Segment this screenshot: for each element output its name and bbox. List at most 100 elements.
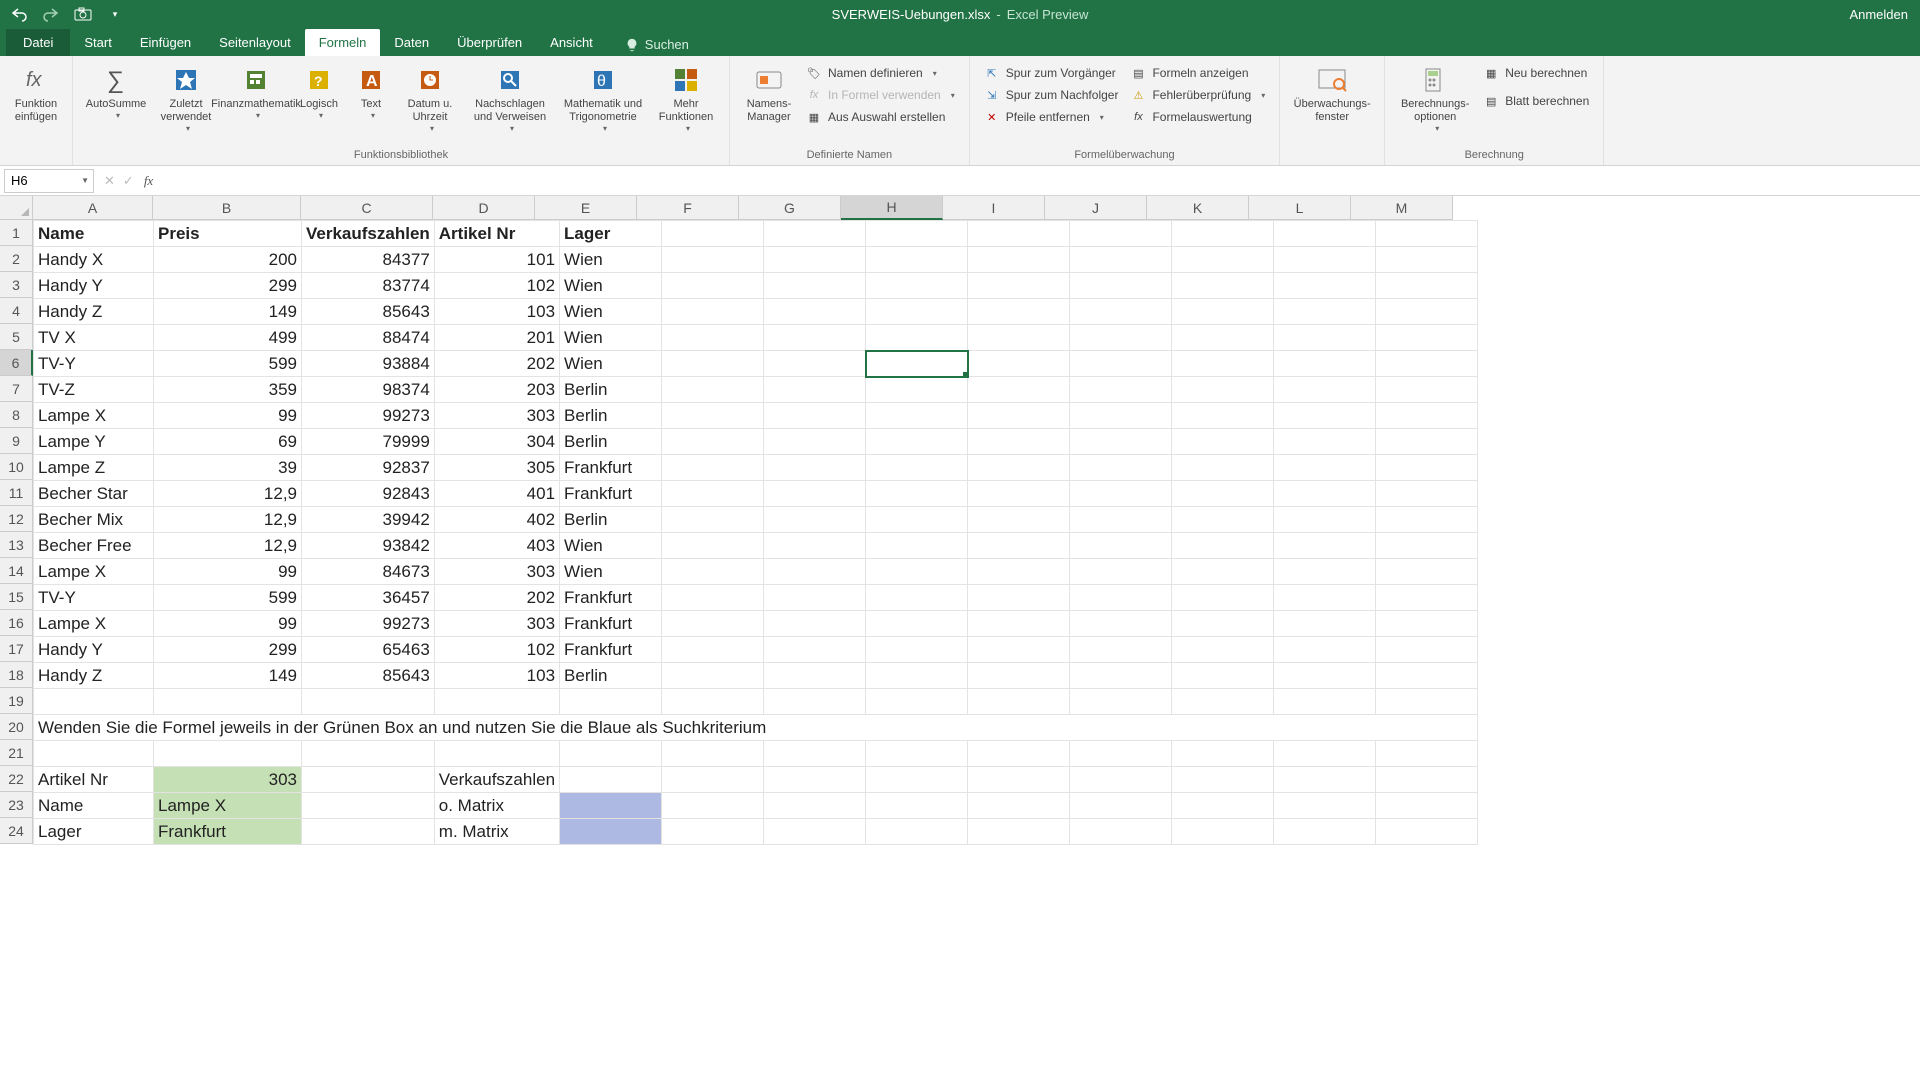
cell[interactable]: 85643 bbox=[302, 299, 435, 325]
cell[interactable] bbox=[1070, 637, 1172, 663]
cell[interactable]: Verkaufszahlen bbox=[434, 767, 559, 793]
cell[interactable] bbox=[968, 429, 1070, 455]
tab-file[interactable]: Datei bbox=[6, 29, 70, 56]
formula-bar[interactable] bbox=[161, 169, 1920, 193]
cell[interactable]: 12,9 bbox=[154, 507, 302, 533]
cell[interactable]: 303 bbox=[434, 611, 559, 637]
cell[interactable]: 99 bbox=[154, 559, 302, 585]
cell[interactable] bbox=[662, 299, 764, 325]
cell[interactable] bbox=[560, 741, 662, 767]
cell[interactable]: Lager bbox=[34, 819, 154, 845]
row-header[interactable]: 13 bbox=[0, 532, 33, 558]
cell[interactable] bbox=[764, 741, 866, 767]
cell[interactable] bbox=[1376, 507, 1478, 533]
cell[interactable] bbox=[1070, 533, 1172, 559]
cell[interactable] bbox=[662, 689, 764, 715]
cell[interactable] bbox=[866, 273, 968, 299]
cell[interactable]: Artikel Nr bbox=[434, 221, 559, 247]
column-header[interactable]: B bbox=[153, 196, 301, 220]
financial-button[interactable]: Finanzmathematik bbox=[221, 60, 291, 120]
row-header[interactable]: 23 bbox=[0, 792, 33, 818]
cell[interactable] bbox=[1070, 793, 1172, 819]
cell[interactable] bbox=[34, 689, 154, 715]
cell[interactable] bbox=[1070, 351, 1172, 377]
autosum-button[interactable]: ∑AutoSumme bbox=[81, 60, 151, 120]
cell[interactable]: 83774 bbox=[302, 273, 435, 299]
cell[interactable]: Becher Mix bbox=[34, 507, 154, 533]
cell[interactable] bbox=[1274, 663, 1376, 689]
cell[interactable] bbox=[866, 689, 968, 715]
cell[interactable] bbox=[302, 689, 435, 715]
cell[interactable] bbox=[764, 507, 866, 533]
cell[interactable]: 149 bbox=[154, 663, 302, 689]
cell[interactable] bbox=[764, 403, 866, 429]
cell[interactable] bbox=[968, 377, 1070, 403]
cell[interactable] bbox=[968, 481, 1070, 507]
row-header[interactable]: 12 bbox=[0, 506, 33, 532]
row-header[interactable]: 24 bbox=[0, 818, 33, 844]
cell[interactable] bbox=[1376, 585, 1478, 611]
cell[interactable] bbox=[866, 299, 968, 325]
select-all-corner[interactable] bbox=[0, 196, 33, 220]
cell[interactable] bbox=[662, 741, 764, 767]
cell[interactable] bbox=[968, 637, 1070, 663]
cell[interactable] bbox=[866, 247, 968, 273]
cell[interactable]: Wien bbox=[560, 273, 662, 299]
cell[interactable]: Handy Z bbox=[34, 299, 154, 325]
cell[interactable]: 103 bbox=[434, 663, 559, 689]
cell[interactable] bbox=[968, 221, 1070, 247]
calculate-now-button[interactable]: ▦Neu berechnen bbox=[1479, 64, 1593, 82]
cell[interactable] bbox=[866, 559, 968, 585]
cell[interactable] bbox=[866, 611, 968, 637]
cell[interactable] bbox=[764, 299, 866, 325]
cell[interactable] bbox=[764, 221, 866, 247]
cell[interactable] bbox=[662, 455, 764, 481]
cell[interactable] bbox=[1070, 377, 1172, 403]
cell[interactable] bbox=[968, 507, 1070, 533]
cell[interactable] bbox=[1172, 741, 1274, 767]
more-functions-button[interactable]: Mehr Funktionen bbox=[651, 60, 721, 133]
cell[interactable]: 36457 bbox=[302, 585, 435, 611]
cell[interactable] bbox=[662, 221, 764, 247]
cell[interactable]: 103 bbox=[434, 299, 559, 325]
cell[interactable] bbox=[968, 741, 1070, 767]
cell[interactable]: 65463 bbox=[302, 637, 435, 663]
cell[interactable] bbox=[1376, 819, 1478, 845]
cell[interactable]: 102 bbox=[434, 637, 559, 663]
cell[interactable] bbox=[1172, 507, 1274, 533]
show-formulas-button[interactable]: ▤Formeln anzeigen bbox=[1126, 64, 1269, 82]
cell[interactable]: 202 bbox=[434, 585, 559, 611]
cell[interactable] bbox=[1274, 403, 1376, 429]
cell[interactable] bbox=[1070, 273, 1172, 299]
cell[interactable] bbox=[1274, 455, 1376, 481]
column-header[interactable]: M bbox=[1351, 196, 1453, 220]
cell[interactable]: Lampe Y bbox=[34, 429, 154, 455]
cell[interactable] bbox=[662, 429, 764, 455]
cell[interactable] bbox=[968, 273, 1070, 299]
cell[interactable] bbox=[866, 221, 968, 247]
cell[interactable] bbox=[1070, 221, 1172, 247]
cell[interactable] bbox=[1376, 689, 1478, 715]
cell[interactable] bbox=[1172, 689, 1274, 715]
cell[interactable]: Berlin bbox=[560, 377, 662, 403]
cell[interactable] bbox=[866, 767, 968, 793]
cell[interactable]: 12,9 bbox=[154, 533, 302, 559]
cell[interactable] bbox=[1070, 585, 1172, 611]
cell[interactable]: 69 bbox=[154, 429, 302, 455]
cell[interactable] bbox=[1070, 455, 1172, 481]
row-header[interactable]: 5 bbox=[0, 324, 33, 350]
cell[interactable]: 599 bbox=[154, 351, 302, 377]
tab-einfügen[interactable]: Einfügen bbox=[126, 29, 205, 56]
cell[interactable] bbox=[1376, 325, 1478, 351]
cell[interactable]: TV-Z bbox=[34, 377, 154, 403]
cell[interactable] bbox=[1274, 689, 1376, 715]
cell[interactable]: 84377 bbox=[302, 247, 435, 273]
cell[interactable]: Frankfurt bbox=[560, 611, 662, 637]
cell[interactable]: Handy Y bbox=[34, 273, 154, 299]
cell[interactable]: Artikel Nr bbox=[34, 767, 154, 793]
cell[interactable] bbox=[866, 585, 968, 611]
cell[interactable] bbox=[1376, 351, 1478, 377]
cell[interactable] bbox=[1274, 247, 1376, 273]
cell[interactable]: 99273 bbox=[302, 611, 435, 637]
text-button[interactable]: AText bbox=[347, 60, 395, 120]
